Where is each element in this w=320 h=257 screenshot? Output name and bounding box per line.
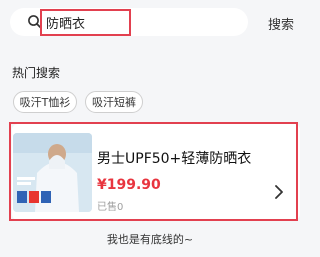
search-input[interactable]: 防晒衣 <box>40 9 131 36</box>
search-button[interactable]: 搜索 <box>268 14 294 33</box>
hot-search-title: 热门搜索 <box>12 66 61 80</box>
product-price: ¥199.90 <box>97 177 161 193</box>
hot-search-tag[interactable]: 吸汗短裤 <box>85 91 143 113</box>
search-input-value: 防晒衣 <box>46 17 86 32</box>
product-title[interactable]: 男士UPF50+轻薄防晒衣 <box>97 148 251 168</box>
product-thumbnail[interactable] <box>13 133 92 212</box>
product-sold-count: 已售0 <box>97 202 124 213</box>
hot-search-tag[interactable]: 吸汗T恤衫 <box>13 91 77 113</box>
chevron-right-icon[interactable] <box>274 185 284 199</box>
end-of-list-text: 我也是有底线的~ <box>106 233 194 246</box>
